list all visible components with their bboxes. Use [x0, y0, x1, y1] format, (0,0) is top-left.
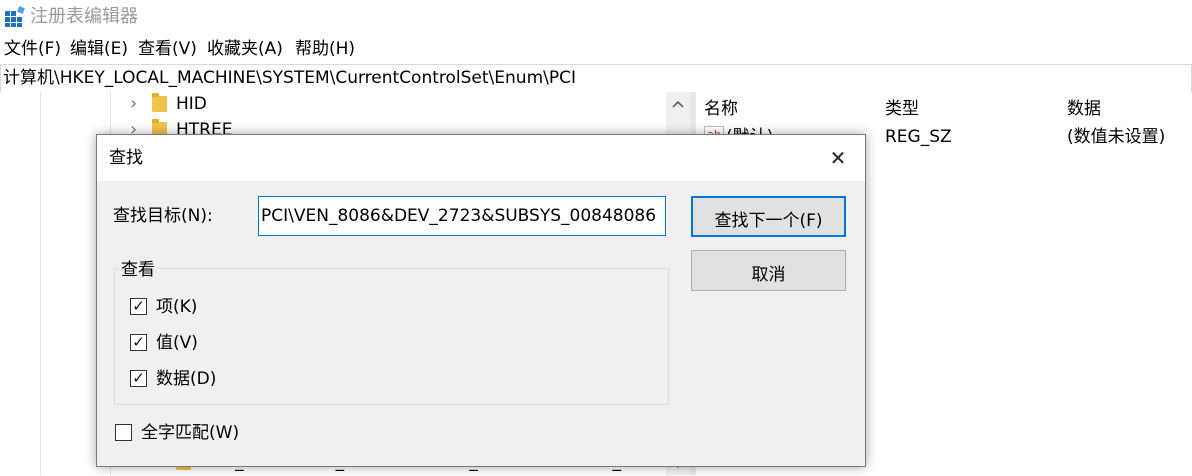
menu-favorites[interactable]: 收藏夹(A) [207, 38, 283, 60]
regedit-app-icon [5, 6, 25, 27]
checkbox-keys[interactable]: ✓ [130, 298, 147, 315]
title-bar: 注册表编辑器 [0, 0, 1192, 36]
checkbox-values[interactable]: ✓ [130, 334, 147, 351]
find-what-input[interactable] [258, 196, 666, 236]
menu-edit[interactable]: 编辑(E) [70, 38, 128, 60]
checkbox-match-whole-string[interactable] [115, 424, 132, 441]
menu-bar: 文件(F) 编辑(E) 查看(V) 收藏夹(A) 帮助(H) [0, 36, 1192, 64]
column-name-header[interactable]: 名称 [704, 98, 738, 120]
address-bar[interactable]: 计算机\HKEY_LOCAL_MACHINE\SYSTEM\CurrentCon… [0, 64, 1192, 93]
close-icon[interactable]: ✕ [823, 145, 853, 171]
menu-file[interactable]: 文件(F) [4, 38, 61, 60]
option-match-whole-string-label: 全字匹配(W) [141, 423, 240, 443]
tree-item-label: HID [176, 94, 207, 114]
look-at-legend: 查看 [119, 259, 157, 281]
find-what-label: 查找目标(N): [113, 206, 213, 226]
cancel-button[interactable]: 取消 [691, 250, 846, 291]
tree-guide-line [40, 92, 41, 475]
column-type-header[interactable]: 类型 [885, 98, 919, 120]
address-path: 计算机\HKEY_LOCAL_MACHINE\SYSTEM\CurrentCon… [3, 68, 576, 88]
menu-view[interactable]: 查看(V) [138, 38, 197, 60]
find-dialog: 查找 ✕ 查找目标(N): 查找下一个(F) 取消 查看 ✓ 项(K) ✓ 值(… [96, 134, 866, 467]
window-title: 注册表编辑器 [30, 6, 138, 27]
option-data-label: 数据(D) [156, 369, 217, 389]
checkbox-data[interactable]: ✓ [130, 370, 147, 387]
value-data: (数值未设置) [1067, 127, 1166, 147]
dialog-title: 查找 [109, 148, 143, 168]
option-values-label: 值(V) [156, 333, 198, 353]
chevron-right-icon[interactable]: › [130, 94, 137, 114]
dialog-title-bar[interactable]: 查找 ✕ [97, 135, 865, 181]
menu-help[interactable]: 帮助(H) [295, 38, 355, 60]
scroll-up-arrow-icon[interactable] [666, 92, 690, 118]
column-data-header[interactable]: 数据 [1067, 98, 1101, 120]
folder-icon [152, 93, 167, 112]
option-keys-label: 项(K) [156, 297, 198, 317]
value-type: REG_SZ [885, 127, 952, 147]
find-next-button[interactable]: 查找下一个(F) [691, 196, 846, 237]
